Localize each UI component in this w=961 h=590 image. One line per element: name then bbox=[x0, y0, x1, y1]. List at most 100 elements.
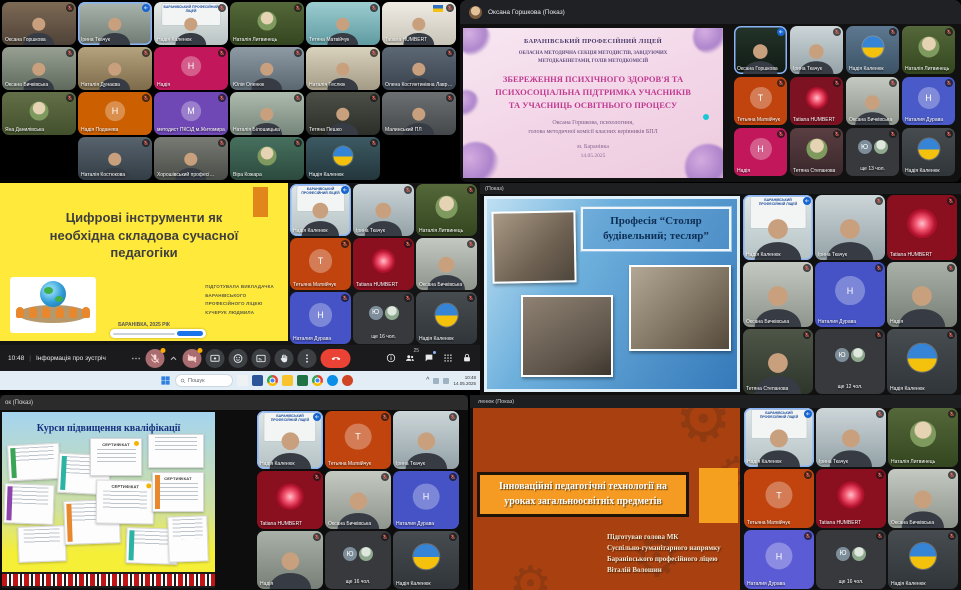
reactions-button[interactable] bbox=[229, 349, 248, 368]
participant-tile[interactable]: ННадія Поданева bbox=[78, 92, 152, 135]
participant-tile[interactable]: Ірина Ткачук bbox=[816, 408, 886, 467]
participant-tile[interactable]: Наталія Дунаєва bbox=[78, 47, 152, 90]
meeting-info-icon[interactable] bbox=[386, 353, 396, 363]
participant-tile[interactable]: Ірина Ткачук bbox=[815, 195, 885, 260]
participant-tile[interactable]: ННаталия Дурава bbox=[744, 530, 814, 589]
chat-icon[interactable] bbox=[424, 353, 434, 363]
participant-tile[interactable]: БАРАНІВСЬКИЙ ПРОФЕСІЙНИЙ ЛІЦЕЙНадія Кале… bbox=[743, 195, 813, 260]
activities-icon[interactable] bbox=[443, 353, 453, 363]
participant-tile[interactable]: БАРАНІВСЬКИЙ ПРОФЕСІЙНИЙ ЛІЦЕЙНадія Кале… bbox=[744, 408, 814, 467]
host-controls-icon[interactable] bbox=[462, 353, 472, 363]
participant-tile[interactable]: Ірина Ткачук bbox=[353, 184, 414, 236]
participant-tile[interactable]: БАРАНІВСЬКИЙ ПРОФЕСІЙНИЙ ЛІЦЕЙНадія Кале… bbox=[290, 184, 351, 236]
participant-tile[interactable]: ННаталия Дурава bbox=[902, 77, 955, 125]
tray-icon[interactable] bbox=[433, 378, 439, 384]
participant-tile[interactable]: Надія Каленюк bbox=[887, 329, 957, 394]
captions-button[interactable] bbox=[252, 349, 271, 368]
participant-tile[interactable]: Юлія Оленюк bbox=[230, 47, 304, 90]
participant-tile[interactable]: Тетяна Матвійчук bbox=[306, 2, 380, 45]
start-button[interactable] bbox=[160, 375, 171, 386]
participant-tile[interactable]: ННадія bbox=[154, 47, 228, 90]
participant-tile[interactable]: Юще 16 чол. bbox=[353, 292, 414, 344]
word-icon[interactable] bbox=[252, 375, 263, 386]
chrome-icon[interactable] bbox=[267, 375, 278, 386]
participant-tile[interactable]: Надія bbox=[257, 531, 323, 589]
participants-icon[interactable]: 25 bbox=[405, 353, 415, 363]
search-input[interactable]: Пошук bbox=[175, 374, 233, 387]
participant-tile[interactable]: Надія Каленюк bbox=[846, 26, 899, 74]
participant-tile[interactable]: Надія Каленюк bbox=[902, 128, 955, 176]
participant-tile[interactable]: Оксана Горшкова bbox=[734, 26, 787, 74]
participant-tile[interactable]: ТТетьяна Матвійчук bbox=[325, 411, 391, 469]
participant-tile[interactable]: Tatiana HUMBERT bbox=[382, 2, 456, 45]
participant-tile[interactable]: Наталія Білошицька bbox=[230, 92, 304, 135]
participant-tile[interactable]: Tatiana HUMBERT bbox=[257, 471, 323, 529]
participant-tile[interactable]: Оксана Бичківська bbox=[2, 47, 76, 90]
powerpoint-icon[interactable] bbox=[342, 375, 353, 386]
microphone-button[interactable] bbox=[146, 349, 165, 368]
participant-tile[interactable]: ННадія bbox=[734, 128, 787, 176]
participant-tile[interactable]: Наталія Литвинець bbox=[230, 2, 304, 45]
excel-icon[interactable] bbox=[297, 375, 308, 386]
participant-tile[interactable]: Надія Каленюк bbox=[888, 530, 958, 589]
participant-tile[interactable]: Ірина Ткачук bbox=[790, 26, 843, 74]
participant-tile[interactable]: Хорошівський професі… bbox=[154, 137, 228, 180]
participant-tile[interactable]: Tatiana HUMBERT bbox=[816, 469, 886, 528]
participant-tile[interactable]: Юще 12 чол. bbox=[815, 329, 885, 394]
participant-tile[interactable]: ННаталия Дурава bbox=[393, 471, 459, 529]
participant-tile[interactable]: Віра Кожара bbox=[230, 137, 304, 180]
participant-tile[interactable]: Оксана Бичківська bbox=[325, 471, 391, 529]
participant-tile[interactable]: Надія Каленюк bbox=[306, 137, 380, 180]
participant-tile[interactable]: ТТетьяна Матвійчук bbox=[290, 238, 351, 290]
participant-tile[interactable]: Надія bbox=[887, 262, 957, 327]
participant-tile[interactable]: Оксана Бичківська bbox=[416, 238, 477, 290]
participant-tile[interactable]: Наталія Костюкова bbox=[78, 137, 152, 180]
raise-hand-button[interactable] bbox=[275, 349, 294, 368]
participant-tile[interactable]: Наталія Литвинець bbox=[416, 184, 477, 236]
more-vert-button[interactable] bbox=[298, 349, 317, 368]
participant-tile[interactable]: ТТетьяна Матвійчук bbox=[734, 77, 787, 125]
participant-tile[interactable]: Оксана Горшкова bbox=[2, 2, 76, 45]
participant-tile[interactable]: БАРАНІВСЬКИЙ ПРОФЕСІЙНИЙ ЛІЦЕЙНадія Кале… bbox=[257, 411, 323, 469]
participant-tile[interactable]: Оксана Бичківська bbox=[846, 77, 899, 125]
taskbar-clock[interactable]: 10:48 14.05.2025 bbox=[453, 375, 476, 387]
participant-tile[interactable]: Мметодист ПКСіД м.Житомира bbox=[154, 92, 228, 135]
participant-tile[interactable]: БАРАНІВСЬКИЙ ПРОФЕСІЙНИЙ ЛІЦЕЙНадія Кале… bbox=[154, 2, 228, 45]
participant-tile[interactable]: ТТетьяна Матвійчук bbox=[744, 469, 814, 528]
notepad-icon[interactable] bbox=[237, 375, 248, 386]
participant-tile[interactable]: ННаталия Дурава bbox=[815, 262, 885, 327]
participant-tile[interactable]: Надія Каленюк bbox=[416, 292, 477, 344]
participant-tile[interactable]: Оксана Бичківська bbox=[743, 262, 813, 327]
participant-tile[interactable]: Олена Костянтинівна Лавр… bbox=[382, 47, 456, 90]
participant-tile[interactable]: Юще 16 чол. bbox=[816, 530, 886, 589]
camera-button[interactable] bbox=[183, 349, 202, 368]
participant-tile[interactable]: Tatiana HUMBERT bbox=[790, 77, 843, 125]
edge-icon[interactable] bbox=[327, 375, 338, 386]
photos-icon[interactable] bbox=[312, 375, 323, 386]
participant-tile[interactable]: Тетяна Степанова bbox=[743, 329, 813, 394]
participant-tile[interactable]: Юще 13 чол. bbox=[846, 128, 899, 176]
tray-icon[interactable] bbox=[443, 378, 449, 384]
participant-tile[interactable]: Наталія Литвинець bbox=[888, 408, 958, 467]
participant-tile[interactable]: Юще 16 чол. bbox=[325, 531, 391, 589]
participant-tile[interactable]: ННаталия Дурава bbox=[290, 292, 351, 344]
stop-sharing-button[interactable] bbox=[177, 331, 203, 337]
end-call-button[interactable] bbox=[321, 349, 351, 368]
system-tray[interactable]: ^ 10:48 14.05.2025 bbox=[426, 371, 476, 390]
participant-tile[interactable]: Ірина Ткачук bbox=[78, 2, 152, 45]
participant-tile[interactable]: Оксана Бичківська bbox=[888, 469, 958, 528]
participant-tile[interactable]: Тетяна Степанова bbox=[790, 128, 843, 176]
participant-tile[interactable]: Наталія Теслюк bbox=[306, 47, 380, 90]
participant-tile[interactable]: Яна Данилівська bbox=[2, 92, 76, 135]
meeting-info-label[interactable]: Інформація про зустріч bbox=[36, 355, 106, 362]
more-options-button[interactable] bbox=[130, 349, 142, 368]
mic-options-button[interactable] bbox=[169, 349, 179, 368]
participant-tile[interactable]: Ірина Ткачук bbox=[393, 411, 459, 469]
participant-tile[interactable]: Tatiana HUMBERT bbox=[353, 238, 414, 290]
participant-tile[interactable]: Tatiana HUMBERT bbox=[887, 195, 957, 260]
participant-tile[interactable]: Малинський ПЛ bbox=[382, 92, 456, 135]
participant-tile[interactable]: Надія Каленюк bbox=[393, 531, 459, 589]
participant-tile[interactable]: Наталія Литвинець bbox=[902, 26, 955, 74]
tray-expand-icon[interactable]: ^ bbox=[426, 377, 429, 384]
present-screen-button[interactable] bbox=[206, 349, 225, 368]
